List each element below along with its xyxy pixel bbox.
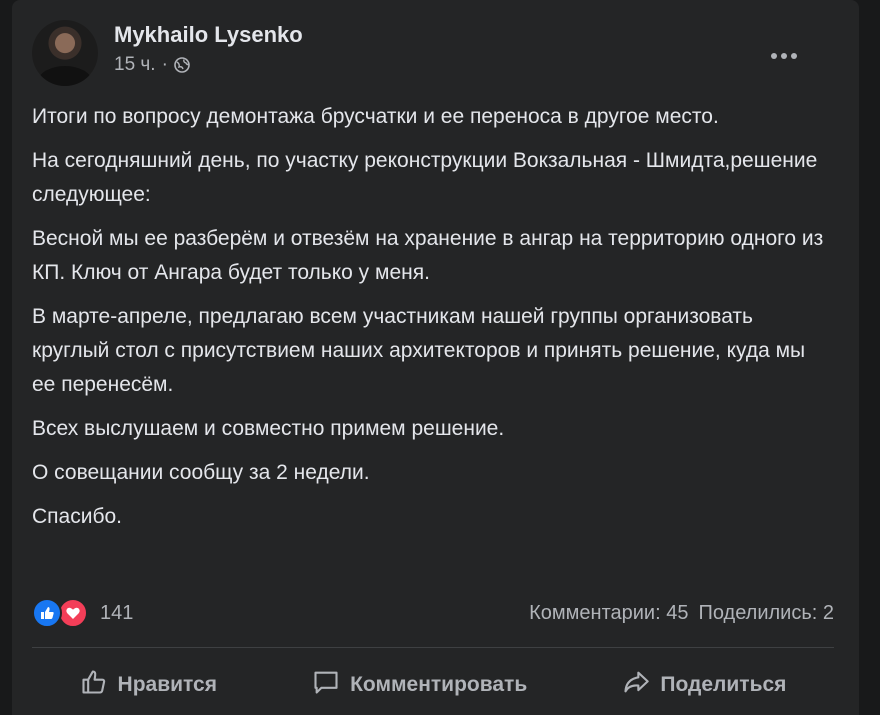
like-reaction-icon: [32, 598, 62, 628]
post-paragraph: Весной мы ее разберём и отвезём на хране…: [32, 227, 824, 284]
author-name[interactable]: Mykhailo Lysenko: [114, 22, 303, 48]
post-stats: 141 Комментарии: 45 Поделились: 2: [32, 595, 834, 631]
post-paragraph: В марте-апреле, предлагаю всем участника…: [32, 305, 806, 396]
like-button[interactable]: Нравится: [66, 662, 231, 708]
comment-label: Комментировать: [350, 673, 528, 696]
post-paragraph: Спасибо.: [32, 505, 122, 528]
dot-icon: [781, 53, 787, 59]
meta-separator: ·: [161, 54, 168, 75]
share-label: Поделиться: [660, 673, 787, 696]
thumbs-up-icon: [80, 668, 108, 702]
divider: [32, 647, 834, 648]
globe-icon: [174, 57, 190, 73]
post-text: Итоги по вопросу демонтажа брусчатки и е…: [32, 100, 832, 544]
post-paragraph: О совещании сообщу за 2 недели.: [32, 461, 370, 484]
dot-icon: [771, 53, 777, 59]
share-arrow-icon: [622, 668, 650, 702]
post-paragraph: На сегодняшний день, по участку реконстр…: [32, 149, 818, 206]
like-label: Нравится: [117, 673, 217, 696]
more-options-button[interactable]: [764, 44, 804, 68]
post-header: Mykhailo Lysenko 15 ч. ·: [32, 20, 832, 90]
reactions-summary[interactable]: 141: [32, 598, 133, 628]
comment-button[interactable]: Комментировать: [298, 662, 541, 708]
avatar-figure: [38, 66, 92, 86]
post-paragraph: Итоги по вопросу демонтажа брусчатки и е…: [32, 105, 719, 128]
post-time[interactable]: 15 ч.: [114, 54, 156, 76]
share-button[interactable]: Поделиться: [608, 662, 800, 708]
love-reaction-icon: [58, 598, 88, 628]
post-actions: Нравится Комментировать Поделиться: [32, 660, 834, 710]
reactions-count: 141: [100, 601, 134, 624]
comments-count-link[interactable]: Комментарии: 45: [529, 602, 688, 625]
post-card: Mykhailo Lysenko 15 ч. · Итоги по вопрос…: [12, 0, 859, 715]
post-paragraph: Всех выслушаем и совместно примем решени…: [32, 417, 505, 440]
comment-icon: [312, 668, 340, 702]
dot-icon: [791, 53, 797, 59]
post-meta: 15 ч. ·: [114, 54, 190, 76]
shares-count-link[interactable]: Поделились: 2: [698, 602, 834, 625]
avatar[interactable]: [32, 20, 98, 86]
